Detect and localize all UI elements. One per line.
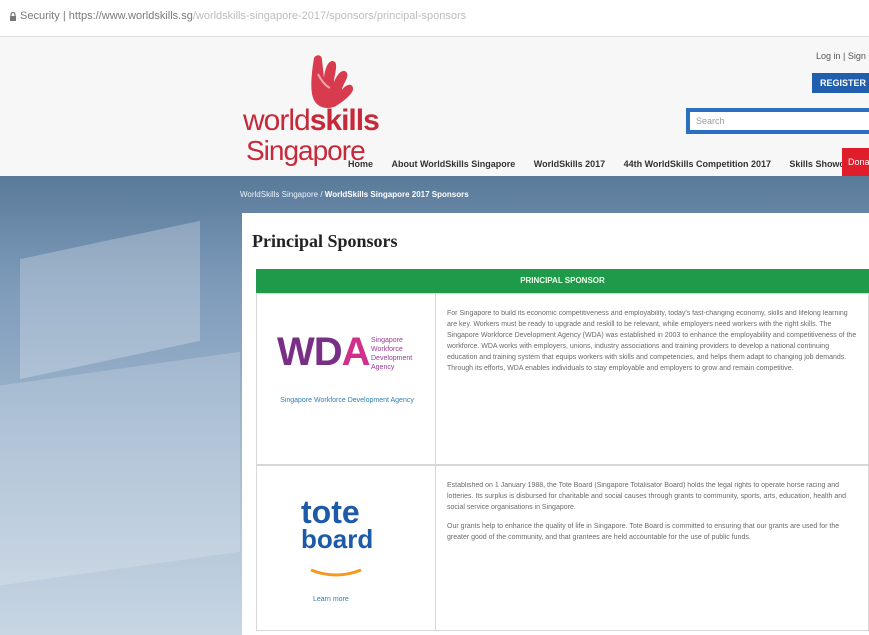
nav-item-about[interactable]: About WorldSkills Singapore bbox=[391, 150, 515, 178]
toteboard-description-p1: Established on 1 January 1988, the Tote … bbox=[447, 482, 847, 511]
main-content: Principal Sponsors PRINCIPAL SPONSOR WDA… bbox=[242, 213, 869, 635]
breadcrumb-current: WorldSkills Singapore 2017 Sponsors bbox=[324, 190, 469, 199]
url-path: /worldskills-singapore-2017/sponsors/pri… bbox=[192, 10, 467, 22]
main-nav: Home About WorldSkills Singapore WorldSk… bbox=[348, 150, 869, 178]
nav-item-home[interactable]: Home bbox=[348, 150, 373, 178]
toteboard-link[interactable]: Learn more bbox=[313, 596, 349, 603]
nav-item-competition-2017[interactable]: 44th WorldSkills Competition 2017 bbox=[624, 150, 771, 178]
sponsor-logo-cell: WDA Singapore Workforce Development Agen… bbox=[257, 294, 436, 464]
section-header: PRINCIPAL SPONSOR bbox=[256, 269, 869, 293]
breadcrumb-root[interactable]: WorldSkills Singapore bbox=[240, 190, 318, 199]
wda-caption-link[interactable]: Singapore Workforce Development Agency bbox=[267, 396, 427, 406]
page-title: Principal Sponsors bbox=[252, 231, 398, 251]
breadcrumb: WorldSkills Singapore / WorldSkills Sing… bbox=[240, 190, 469, 199]
toteboard-smile-icon bbox=[310, 568, 362, 577]
security-label: Security bbox=[20, 10, 60, 22]
lock-icon bbox=[10, 12, 16, 21]
toteboard-logo[interactable]: tote board bbox=[301, 496, 373, 552]
worldskills-hand-icon bbox=[311, 55, 354, 108]
worldskills-logo[interactable]: worldskills bbox=[243, 106, 380, 136]
background-shape bbox=[0, 351, 240, 589]
singapore-logo-text: Singapore bbox=[246, 135, 366, 166]
toteboard-description-p2: Our grants help to enhance the quality o… bbox=[447, 523, 840, 541]
wda-description: For Singapore to build its economic comp… bbox=[447, 310, 857, 372]
nav-item-donate[interactable]: Donate bbox=[842, 148, 869, 176]
wda-logo[interactable]: WDA bbox=[277, 332, 371, 372]
sponsor-row-wda: WDA Singapore Workforce Development Agen… bbox=[256, 293, 869, 465]
toteboard-description: Established on 1 January 1988, the Tote … bbox=[447, 480, 857, 543]
login-link[interactable]: Log in | Sign up bbox=[816, 51, 869, 61]
search-box[interactable]: Search bbox=[686, 108, 869, 134]
browser-address-bar[interactable]: Security | https://www.worldskills.sg/wo… bbox=[0, 0, 869, 37]
address-url[interactable]: Security | https://www.worldskills.sg/wo… bbox=[20, 10, 466, 22]
nav-item-worldskills-2017[interactable]: WorldSkills 2017 bbox=[534, 150, 605, 178]
sponsor-row-toteboard: tote board Learn more Established on 1 J… bbox=[256, 465, 869, 631]
search-input[interactable]: Search bbox=[690, 112, 869, 130]
sponsor-logo-cell: tote board Learn more bbox=[257, 466, 436, 630]
register-button[interactable]: REGISTER NOW bbox=[812, 73, 869, 93]
wda-logo-subtext: Singapore Workforce Development Agency bbox=[371, 337, 413, 371]
url-host: https://www.worldskills.sg bbox=[68, 10, 193, 22]
